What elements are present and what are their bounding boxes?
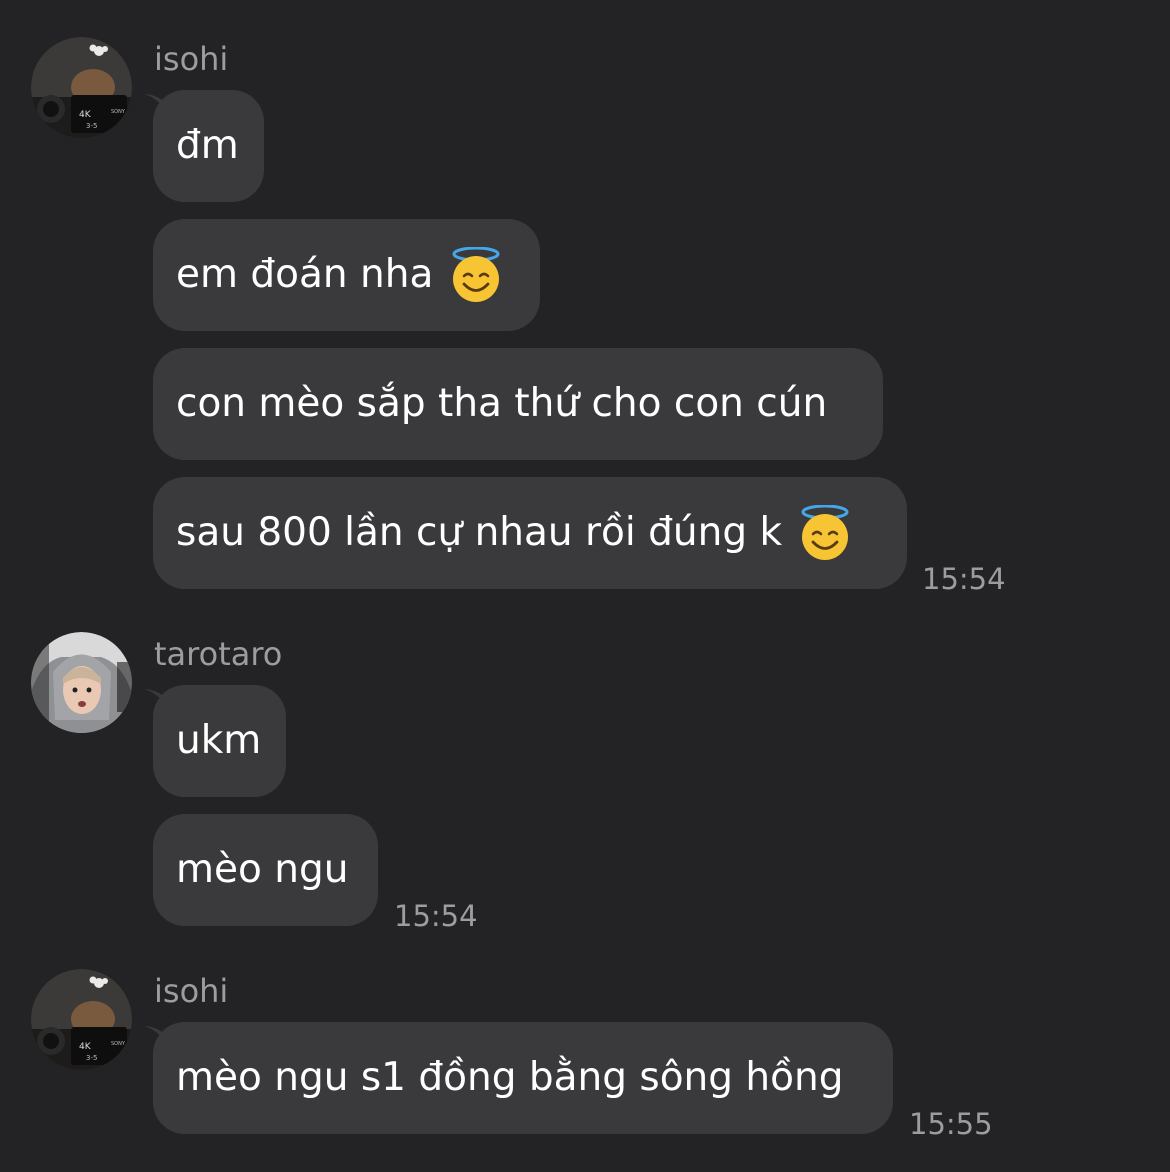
message-bubble[interactable]: con mèo sắp tha thứ cho con cún	[153, 348, 883, 460]
avatar-isohi[interactable]: 4K SONY 3-5	[31, 969, 132, 1070]
message-text: mèo ngu	[176, 847, 349, 892]
message-text: ukm	[176, 718, 262, 763]
svg-text:3-5: 3-5	[86, 122, 97, 130]
hoodie-photo-avatar-icon	[31, 632, 132, 733]
message-bubble[interactable]: mèo ngu	[153, 814, 378, 926]
camera-photo-avatar-icon: 4K SONY 3-5	[31, 969, 132, 1070]
sender-name: tarotaro	[154, 635, 283, 673]
svg-text:4K: 4K	[79, 110, 92, 120]
avatar-tarotaro[interactable]	[31, 632, 132, 733]
svg-text:SONY: SONY	[111, 109, 126, 115]
svg-text:SONY: SONY	[111, 1041, 126, 1047]
camera-photo-avatar-icon: 4K SONY 3-5	[31, 37, 132, 138]
message-bubble[interactable]: mèo ngu s1 đồng bằng sông hồng	[153, 1022, 893, 1134]
message-timestamp: 15:55	[909, 1107, 993, 1141]
svg-text:4K: 4K	[79, 1042, 92, 1052]
avatar-isohi[interactable]: 4K SONY 3-5	[31, 37, 132, 138]
message-bubble[interactable]: ukm	[153, 685, 286, 797]
message-timestamp: 15:54	[922, 562, 1006, 596]
message-bubble[interactable]: đm	[153, 90, 264, 202]
smiling-face-with-halo-icon	[801, 505, 849, 560]
message-text: sau 800 lần cự nhau rồi đúng k	[176, 510, 783, 555]
smiling-face-with-halo-icon	[452, 247, 500, 302]
message-bubble[interactable]: em đoán nha	[153, 219, 540, 331]
message-text: mèo ngu s1 đồng bằng sông hồng	[176, 1055, 844, 1100]
svg-text:3-5: 3-5	[86, 1054, 97, 1062]
message-text: em đoán nha	[176, 252, 434, 297]
message-text: đm	[176, 123, 239, 168]
sender-name: isohi	[154, 972, 229, 1010]
message-timestamp: 15:54	[394, 899, 478, 933]
message-text: con mèo sắp tha thứ cho con cún	[176, 381, 828, 426]
sender-name: isohi	[154, 40, 229, 78]
message-bubble[interactable]: sau 800 lần cự nhau rồi đúng k	[153, 477, 907, 589]
